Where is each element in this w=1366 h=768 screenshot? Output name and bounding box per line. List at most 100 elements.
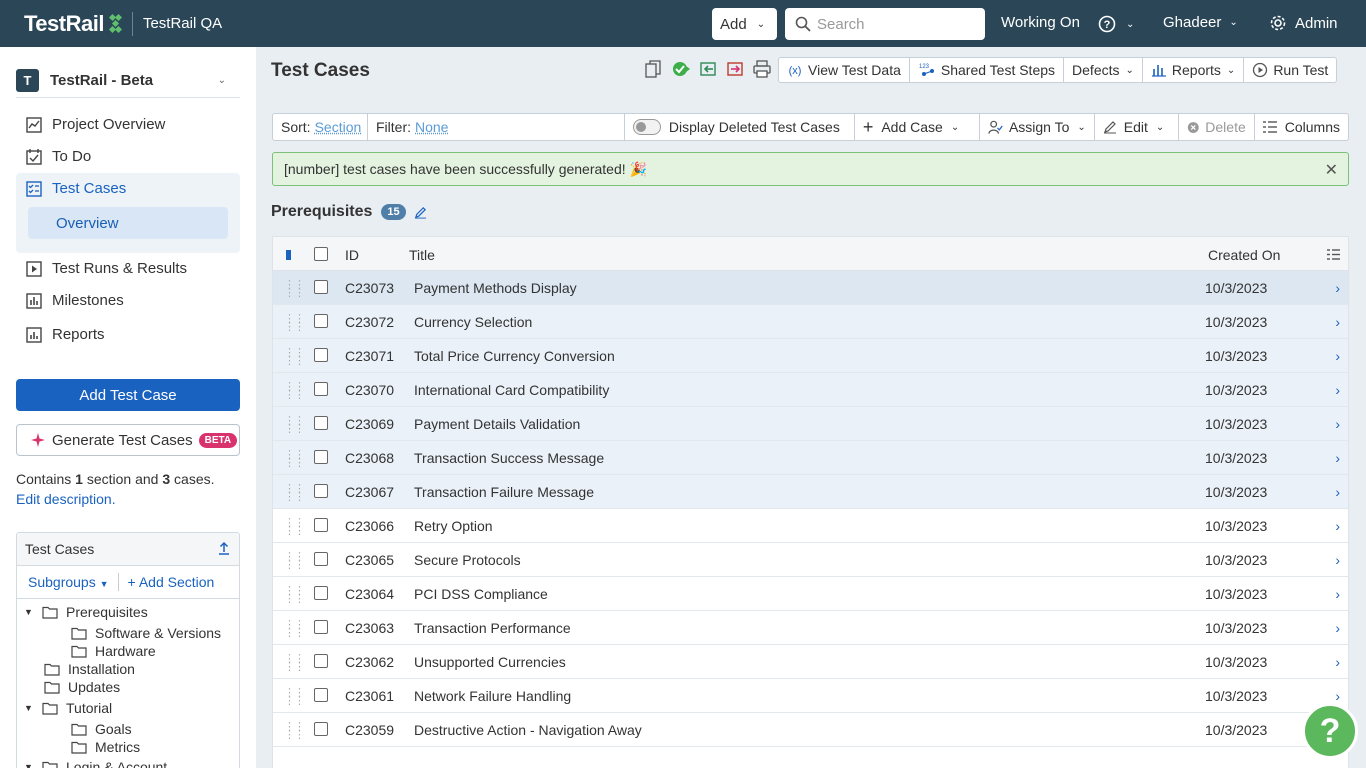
chevron-right-icon[interactable]: › xyxy=(1335,654,1340,670)
case-title[interactable]: Currency Selection xyxy=(414,314,532,330)
column-header-id[interactable]: ID xyxy=(345,247,359,263)
chevron-right-icon[interactable]: › xyxy=(1335,620,1340,636)
chevron-right-icon[interactable]: › xyxy=(1335,348,1340,364)
nav-sub-overview[interactable]: Overview xyxy=(28,207,228,239)
tree-node-updates[interactable]: Updates xyxy=(44,678,120,696)
case-id[interactable]: C23070 xyxy=(345,382,394,398)
drag-handle-icon[interactable]: ⋮⋮ ⋮⋮ xyxy=(284,586,305,605)
case-id[interactable]: C23067 xyxy=(345,484,394,500)
add-test-case-button[interactable]: Add Test Case xyxy=(16,379,240,411)
project-selector[interactable]: T TestRail - Beta ⌄ xyxy=(16,63,240,97)
import-green-icon[interactable] xyxy=(672,60,690,78)
case-id[interactable]: C23066 xyxy=(345,518,394,534)
help-button[interactable]: ? xyxy=(1302,703,1358,759)
nav-project-overview[interactable]: Project Overview xyxy=(26,116,165,133)
project-label[interactable]: TestRail QA xyxy=(143,15,222,32)
drag-handle-icon[interactable]: ⋮⋮ ⋮⋮ xyxy=(284,484,305,503)
tree-node-goals[interactable]: Goals xyxy=(71,720,132,738)
case-id[interactable]: C23073 xyxy=(345,280,394,296)
chevron-right-icon[interactable]: › xyxy=(1335,484,1340,500)
tree-node-login-account[interactable]: ▼ Login & Account xyxy=(24,758,167,768)
table-row[interactable]: ⋮⋮ ⋮⋮ C23063 Transaction Performance 10/3/20… xyxy=(273,611,1348,645)
table-row[interactable]: ⋮⋮ ⋮⋮ C23068 Transaction Success Message 10/… xyxy=(273,441,1348,475)
row-checkbox[interactable] xyxy=(314,552,328,566)
row-checkbox[interactable] xyxy=(314,314,328,328)
testrail-logo[interactable]: TestRail xyxy=(24,11,122,37)
help-menu[interactable]: ? ⌄ xyxy=(1098,15,1134,33)
case-id[interactable]: C23061 xyxy=(345,688,394,704)
user-menu[interactable]: Ghadeer ⌄ xyxy=(1163,14,1238,31)
generate-test-cases-button[interactable]: Generate Test Cases BETA xyxy=(16,424,240,456)
case-title[interactable]: Network Failure Handling xyxy=(414,688,571,704)
table-row[interactable]: ⋮⋮ ⋮⋮ C23070 International Card Compatibili… xyxy=(273,373,1348,407)
case-title[interactable]: International Card Compatibility xyxy=(414,382,609,398)
case-title[interactable]: Transaction Success Message xyxy=(414,450,604,466)
table-row[interactable]: ⋮⋮ ⋮⋮ C23061 Network Failure Handling 10/3/2… xyxy=(273,679,1348,713)
tree-node-tutorial[interactable]: ▼ Tutorial xyxy=(24,699,112,717)
chevron-right-icon[interactable]: › xyxy=(1335,552,1340,568)
tree-node-hardware[interactable]: Hardware xyxy=(71,642,156,660)
table-row[interactable]: ⋮⋮ ⋮⋮ C23065 Secure Protocols 10/3/2023 › xyxy=(273,543,1348,577)
row-checkbox[interactable] xyxy=(314,450,328,464)
filter-value-link[interactable]: None xyxy=(415,119,448,135)
case-title[interactable]: PCI DSS Compliance xyxy=(414,586,548,602)
tree-node-software-versions[interactable]: Software & Versions xyxy=(71,624,221,642)
subgroups-dropdown[interactable]: Subgroups ▼ xyxy=(28,574,109,590)
edit-dropdown[interactable]: Edit ⌄ xyxy=(1095,114,1179,140)
drag-handle-icon[interactable]: ⋮⋮ ⋮⋮ xyxy=(284,688,305,707)
run-test-button[interactable]: Run Test xyxy=(1244,58,1336,82)
case-id[interactable]: C23072 xyxy=(345,314,394,330)
nav-milestones[interactable]: Milestones xyxy=(26,292,124,309)
close-icon[interactable]: ✕ xyxy=(1325,160,1338,180)
nav-reports[interactable]: Reports xyxy=(26,326,105,343)
table-row[interactable]: ⋮⋮ ⋮⋮ C23059 Destructive Action - Navigatio… xyxy=(273,713,1348,747)
chevron-right-icon[interactable]: › xyxy=(1335,763,1340,768)
working-on-button[interactable]: Working On xyxy=(1001,14,1080,31)
add-section-button[interactable]: + Add Section xyxy=(128,574,215,590)
chevron-right-icon[interactable]: › xyxy=(1335,416,1340,432)
case-title[interactable]: Payment Details Validation xyxy=(414,416,580,432)
nav-test-cases[interactable]: Test Cases xyxy=(26,180,126,197)
row-checkbox[interactable] xyxy=(314,586,328,600)
case-title[interactable]: Total Price Currency Conversion xyxy=(414,348,615,364)
edit-section-icon[interactable] xyxy=(414,206,427,219)
columns-button[interactable]: Columns xyxy=(1255,114,1348,140)
column-settings-icon[interactable] xyxy=(1327,249,1340,260)
case-title[interactable]: Secure Protocols xyxy=(414,552,521,568)
tree-node-prerequisites[interactable]: ▼ Prerequisites xyxy=(24,603,148,621)
add-dropdown[interactable]: Add ⌄ xyxy=(712,8,777,40)
reports-dropdown[interactable]: Reports ⌄ xyxy=(1143,58,1245,82)
edit-description-link[interactable]: Edit description. xyxy=(16,491,116,507)
row-checkbox[interactable] xyxy=(314,688,328,702)
table-row[interactable]: ⋮⋮ ⋮⋮ C23073 Payment Methods Display 10/3/20… xyxy=(273,271,1348,305)
row-checkbox[interactable] xyxy=(314,722,328,736)
case-id[interactable]: C23068 xyxy=(345,450,394,466)
sort-value-link[interactable]: Section xyxy=(315,119,362,135)
table-row[interactable]: ⋮⋮ ⋮⋮ C23066 Retry Option 10/3/2023 › xyxy=(273,509,1348,543)
row-checkbox[interactable] xyxy=(314,620,328,634)
view-test-data-button[interactable]: (x) View Test Data xyxy=(779,58,910,82)
drag-handle-icon[interactable]: ⋮⋮ ⋮⋮ xyxy=(284,314,305,333)
table-row[interactable]: ⋮⋮ ⋮⋮ C23072 Currency Selection 10/3/2023 › xyxy=(273,305,1348,339)
copy-icon[interactable] xyxy=(645,60,661,78)
chevron-right-icon[interactable]: › xyxy=(1335,688,1340,704)
row-checkbox[interactable] xyxy=(314,348,328,362)
search-input[interactable]: Search xyxy=(785,8,985,40)
row-checkbox[interactable] xyxy=(314,280,328,294)
case-id[interactable]: C23062 xyxy=(345,654,394,670)
table-row[interactable]: ⋮⋮ ⋮⋮ C23069 Payment Details Validation 10/3… xyxy=(273,407,1348,441)
admin-button[interactable]: Admin xyxy=(1269,14,1338,32)
select-all-checkbox[interactable] xyxy=(314,247,328,261)
drag-handle-icon[interactable]: ⋮⋮ ⋮⋮ xyxy=(284,518,305,537)
row-checkbox[interactable] xyxy=(314,484,328,498)
case-id[interactable]: C23065 xyxy=(345,552,394,568)
nav-to-do[interactable]: To Do xyxy=(26,148,91,165)
case-title[interactable]: Destructive Action - Navigation Away xyxy=(414,722,642,738)
delete-button[interactable]: Delete xyxy=(1179,114,1255,140)
filter-control[interactable]: Filter: None xyxy=(368,114,625,140)
defects-dropdown[interactable]: Defects ⌄ xyxy=(1064,58,1143,82)
drag-handle-icon[interactable]: ⋮⋮ ⋮⋮ xyxy=(284,450,305,469)
nav-test-runs[interactable]: Test Runs & Results xyxy=(26,260,187,277)
shared-test-steps-button[interactable]: 123 Shared Test Steps xyxy=(910,58,1065,82)
case-title[interactable]: Retry Option xyxy=(414,518,493,534)
